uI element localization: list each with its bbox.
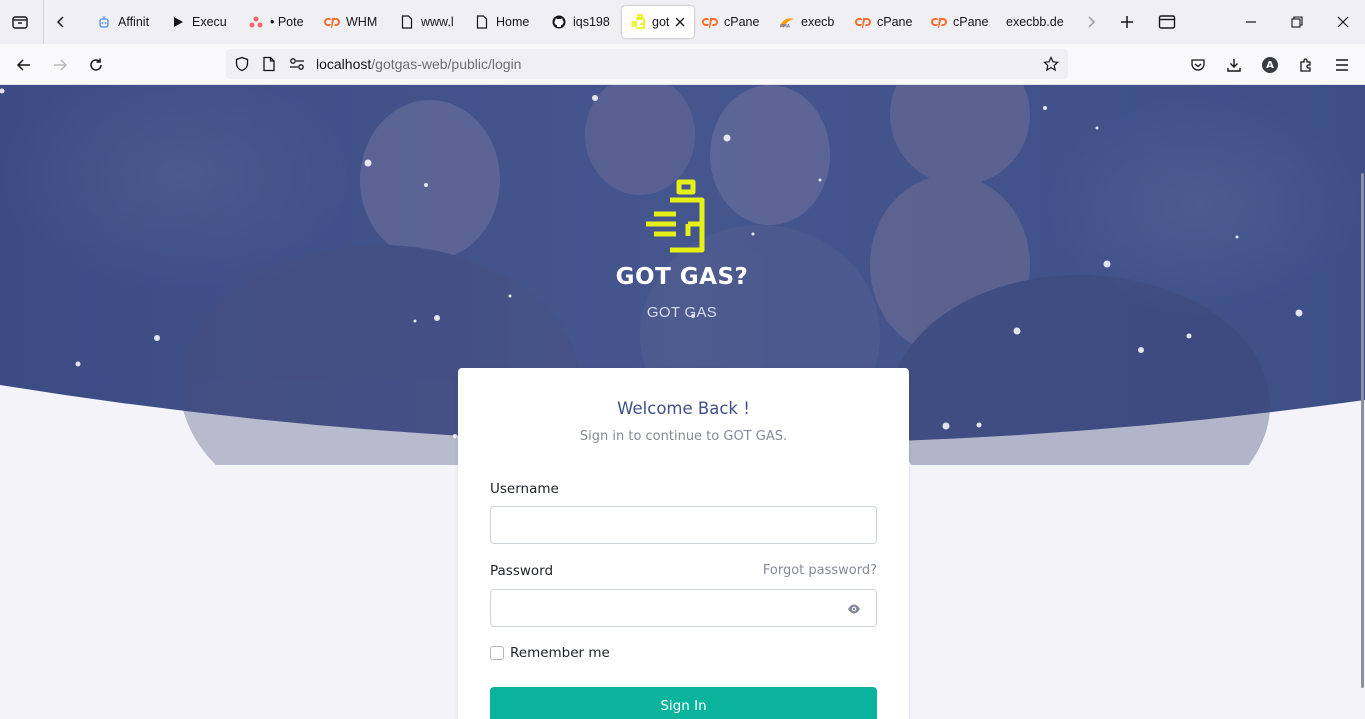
- tab-label: Execu: [192, 15, 227, 29]
- cpanel-icon: [855, 14, 871, 30]
- minimize-icon[interactable]: [1239, 10, 1263, 34]
- forgot-password-link[interactable]: Forgot password?: [763, 563, 877, 578]
- remember-me-label[interactable]: Remember me: [510, 645, 610, 661]
- page-icon: [474, 14, 490, 30]
- tab-label: • Pote: [270, 15, 304, 29]
- tab[interactable]: execbb.de: [1002, 6, 1072, 38]
- tab-label: Affinit: [118, 15, 150, 29]
- account-avatar[interactable]: A: [1258, 53, 1282, 77]
- page-scrollbar[interactable]: [1361, 173, 1364, 688]
- password-label: Password: [490, 563, 554, 579]
- tab-label: cPane: [877, 15, 913, 29]
- url-path: /gotgas-web/public/login: [371, 56, 522, 72]
- scroll-tabs-right-icon[interactable]: [1080, 11, 1102, 33]
- tab-label: execb: [801, 15, 835, 29]
- tab-separator: [43, 0, 44, 44]
- permissions-icon[interactable]: [288, 55, 306, 73]
- github-icon: [551, 14, 567, 30]
- tab-label: iqs198: [573, 15, 610, 29]
- restore-icon[interactable]: [1285, 10, 1309, 34]
- firefox-view-icon[interactable]: [9, 11, 31, 33]
- close-tab-icon[interactable]: [675, 15, 685, 30]
- tab[interactable]: • Pote: [244, 6, 308, 38]
- sign-in-button[interactable]: Sign In: [490, 687, 877, 719]
- tab-label: www.l: [421, 15, 454, 29]
- tab-label: got: [652, 15, 670, 29]
- list-all-tabs-icon[interactable]: [1156, 11, 1178, 33]
- scroll-tabs-left-icon[interactable]: [50, 11, 72, 33]
- tab-label: WHM: [346, 15, 378, 29]
- reload-icon[interactable]: [84, 53, 108, 77]
- tab-label: cPane: [724, 15, 760, 29]
- remember-me-checkbox[interactable]: [490, 646, 504, 660]
- page-info-icon[interactable]: [260, 55, 278, 73]
- login-card: Welcome Back ! Sign in to continue to GO…: [458, 368, 909, 719]
- brand-subtitle: GOT GAS: [646, 304, 718, 321]
- login-title: Welcome Back !: [617, 399, 750, 418]
- cpanel-icon: [324, 14, 340, 30]
- tab-bar: Affinit Execu • Pote WHM www.l Home iqs198 got c…: [0, 0, 1365, 44]
- url-bar[interactable]: localhost/gotgas-web/public/login: [226, 49, 1068, 79]
- tab[interactable]: cPane: [698, 6, 762, 38]
- forward-icon[interactable]: [48, 53, 72, 77]
- robot-icon: [96, 14, 112, 30]
- asana-dots-icon: [248, 14, 264, 30]
- login-page: GOT GAS? GOT GAS Welcome Back ! Sign in …: [0, 85, 1365, 719]
- tab[interactable]: cPane: [927, 6, 989, 38]
- page-icon: [399, 14, 415, 30]
- brand-logo-text: GOT GAS?: [615, 264, 749, 290]
- new-tab-icon[interactable]: [1116, 11, 1138, 33]
- downloads-icon[interactable]: [1222, 53, 1246, 77]
- brand-block: GOT GAS? GOT GAS: [582, 178, 782, 321]
- navigation-toolbar: localhost/gotgas-web/public/login A: [0, 44, 1365, 85]
- tab[interactable]: Home: [470, 6, 534, 38]
- app-menu-icon[interactable]: [1330, 53, 1354, 77]
- phpmyadmin-icon: PMA: [779, 14, 795, 30]
- tab-active[interactable]: got: [622, 6, 694, 38]
- login-subtitle: Sign in to continue to GOT GAS.: [579, 429, 788, 444]
- tab[interactable]: www.l: [395, 6, 457, 38]
- tab-label: execbb.de: [1006, 15, 1064, 29]
- password-input[interactable]: [490, 589, 877, 627]
- extensions-icon[interactable]: [1294, 53, 1318, 77]
- play-icon: [170, 14, 186, 30]
- close-window-icon[interactable]: [1331, 10, 1355, 34]
- tab[interactable]: PMA execb: [775, 6, 837, 38]
- tab-label: cPane: [953, 15, 989, 29]
- url-host: localhost: [316, 56, 372, 72]
- pocket-icon[interactable]: [1186, 53, 1210, 77]
- tab[interactable]: WHM: [320, 6, 382, 38]
- url-text[interactable]: localhost/gotgas-web/public/login: [316, 56, 521, 72]
- tab-label: Home: [496, 15, 530, 29]
- cpanel-icon: [931, 14, 947, 30]
- tracking-protection-icon[interactable]: [233, 55, 251, 73]
- username-label: Username: [490, 481, 559, 497]
- svg-text:PMA: PMA: [780, 24, 791, 29]
- tab[interactable]: iqs198: [547, 6, 611, 38]
- username-input[interactable]: [490, 506, 877, 544]
- tab[interactable]: Affinit: [92, 6, 156, 38]
- gotgas-icon: [630, 14, 646, 30]
- account-initial: A: [1262, 57, 1278, 73]
- bookmark-star-icon[interactable]: [1042, 55, 1060, 73]
- gas-cylinder-logo-icon: [646, 179, 705, 253]
- tab[interactable]: Execu: [166, 6, 232, 38]
- tab[interactable]: cPane: [851, 6, 915, 38]
- cpanel-icon: [702, 14, 718, 30]
- back-icon[interactable]: [12, 53, 36, 77]
- toggle-password-visibility-icon[interactable]: [846, 601, 862, 617]
